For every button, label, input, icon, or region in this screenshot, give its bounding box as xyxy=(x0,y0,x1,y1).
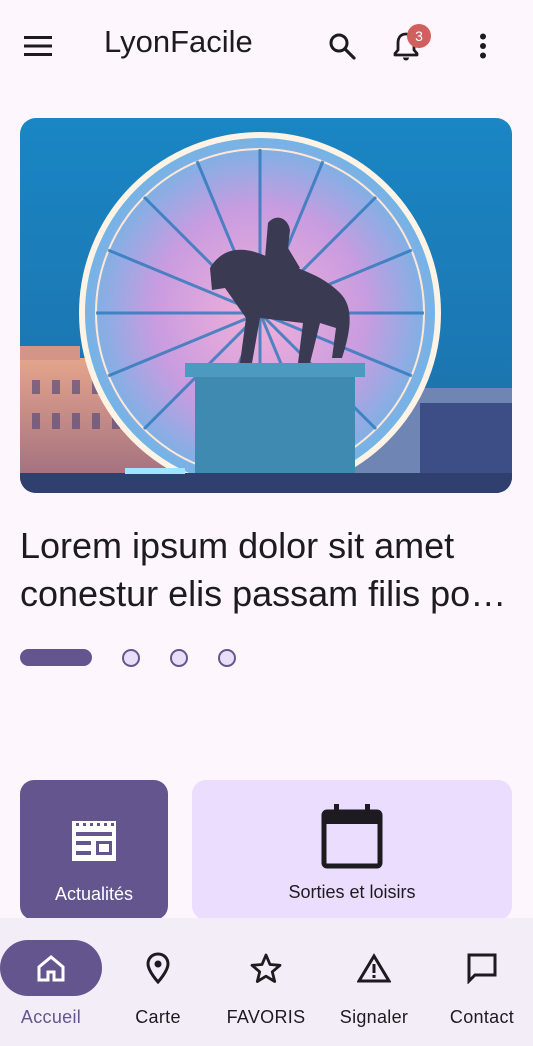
carousel-image[interactable] xyxy=(20,118,512,493)
home-icon xyxy=(37,955,65,982)
newspaper-icon xyxy=(72,821,116,861)
nav-item-accueil[interactable]: Accueil xyxy=(0,940,102,1030)
menu-icon xyxy=(24,36,52,56)
chat-icon xyxy=(467,953,497,984)
nav-label: FAVORIS xyxy=(226,1007,306,1027)
warning-icon xyxy=(357,953,391,983)
carousel-headline[interactable]: Lorem ipsum dolor sit amet conestur elis… xyxy=(20,522,515,618)
notification-badge: 3 xyxy=(407,24,431,48)
nav-label: Carte xyxy=(135,1007,181,1027)
bottom-navigation-bar: Accueil Carte FAVORIS Signaler Contact xyxy=(0,918,533,1046)
nav-label: Contact xyxy=(449,1007,515,1027)
menu-button[interactable] xyxy=(18,26,58,66)
page-indicator-dot[interactable] xyxy=(218,649,236,667)
nav-item-signaler[interactable]: Signaler xyxy=(323,940,425,1030)
category-label: Actualités xyxy=(54,884,134,904)
calendar-icon xyxy=(321,804,383,869)
more-vert-icon xyxy=(480,33,486,59)
page-indicator-active[interactable] xyxy=(20,649,92,666)
headline-line-1: Lorem ipsum dolor sit amet xyxy=(20,525,455,566)
lyon-statue-ferris-wheel-photo xyxy=(20,118,512,493)
app-title: LyonFacile xyxy=(104,24,253,59)
nav-label: Accueil xyxy=(20,1007,82,1027)
search-button[interactable] xyxy=(322,26,362,66)
nav-item-carte[interactable]: Carte xyxy=(107,940,209,1030)
category-card-sorties-loisirs[interactable]: Sorties et loisirs xyxy=(192,780,512,920)
category-label: Sorties et loisirs xyxy=(288,882,416,902)
headline-line-2: conestur elis passam filis po… xyxy=(20,573,507,614)
more-options-button[interactable] xyxy=(463,26,503,66)
nav-label: Signaler xyxy=(339,1007,409,1027)
location-pin-icon xyxy=(146,952,170,984)
nav-item-favoris[interactable]: FAVORIS xyxy=(215,940,317,1030)
search-icon xyxy=(329,33,356,60)
page-indicator-dot[interactable] xyxy=(122,649,140,667)
category-card-actualites[interactable]: Actualités xyxy=(20,780,168,920)
top-app-bar: LyonFacile 3 xyxy=(0,0,533,92)
star-icon xyxy=(250,953,282,983)
nav-item-contact[interactable]: Contact xyxy=(431,940,533,1030)
page-indicator-dot[interactable] xyxy=(170,649,188,667)
